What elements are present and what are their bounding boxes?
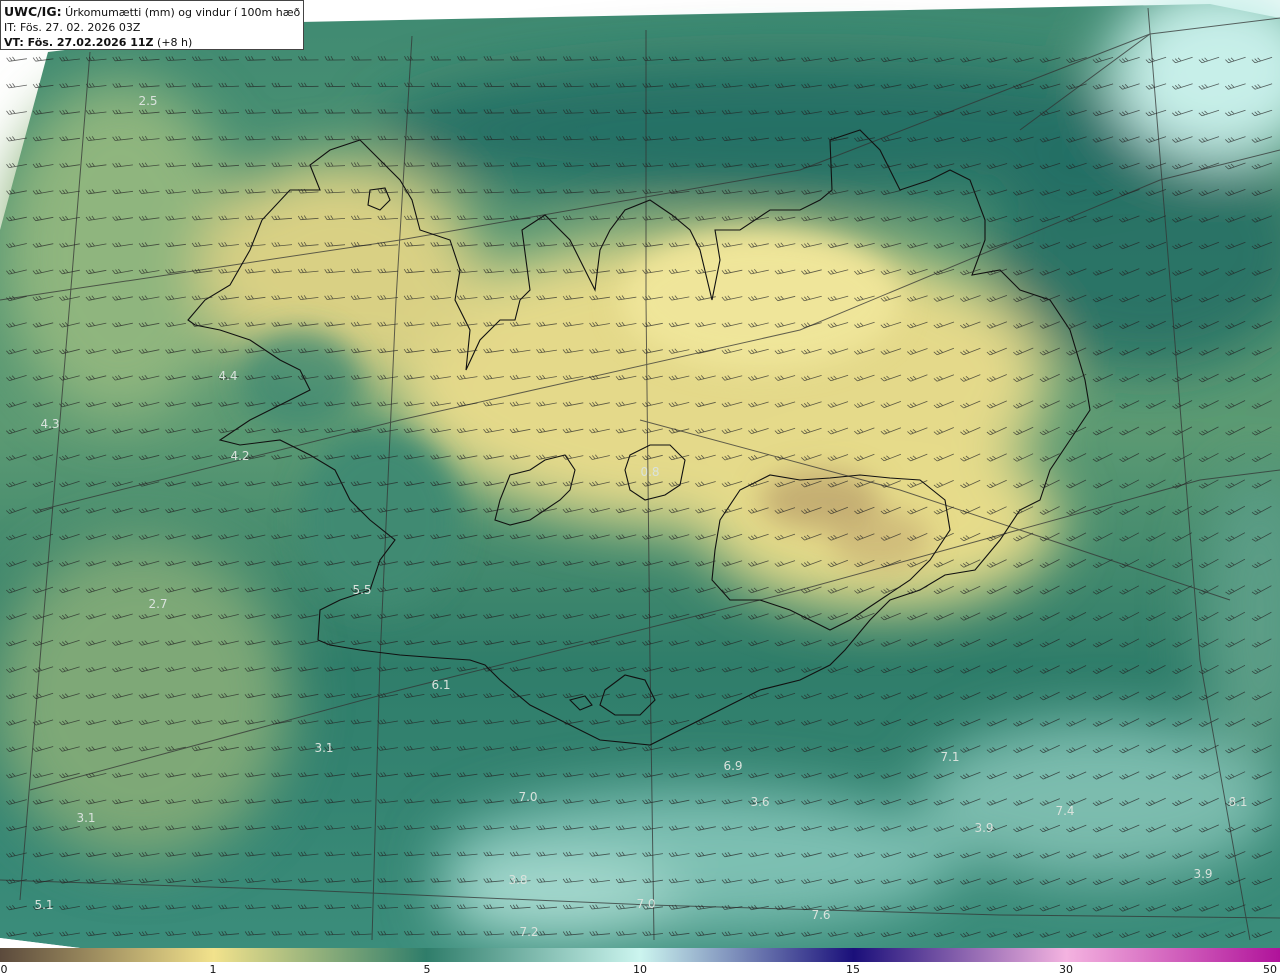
title-line-3: VT: Fös. 27.02.2026 11Z (+8 h) [4,35,300,50]
point-value-label: 4.2 [230,449,249,463]
title-line-1: UWC/IG: Úrkomumætti (mm) og vindur í 100… [4,4,300,20]
colorbar-tick: 5 [423,963,431,976]
colorbar-tick: 10 [633,963,647,976]
map-title-box: UWC/IG: Úrkomumætti (mm) og vindur í 100… [0,0,304,50]
point-value-label: 2.7 [148,597,167,611]
precipitation-map: 2.5 4.4 4.3 4.2 5.5 2.7 6.1 3.1 3.1 5.1 7.0 3.8 7.2 7… [0,0,1280,948]
colorbar-gradient [0,948,1280,962]
point-value-label: 2.5 [138,94,157,108]
point-value-label: 3.9 [1193,867,1212,881]
point-value-label: 3.1 [76,811,95,825]
model-name: UWC/IG: [4,4,62,19]
lead-time: (+8 h) [157,36,193,49]
colorbar-tick: 15 [846,963,860,976]
point-value-label: 4.3 [40,417,59,431]
colorbar-ticks: 0 1 5 10 15 30 50 [0,962,1280,978]
colorbar-tick: 50 [1263,963,1277,976]
point-value-label: 7.0 [518,790,537,804]
init-time: IT: Fös. 27. 02. 2026 03Z [4,21,141,34]
colorbar [0,948,1280,962]
valid-time: VT: Fös. 27.02.2026 11Z [4,36,154,49]
point-value-label: 7.1 [940,750,959,764]
point-value-label: 7.2 [519,925,538,939]
point-value-label: 8.1 [1228,795,1247,809]
point-value-label: 6.1 [431,678,450,692]
point-value-label: 6.9 [723,759,742,773]
point-value-label: 5.5 [352,583,371,597]
colorbar-tick: 30 [1059,963,1073,976]
point-value-label: 4.4 [218,369,237,383]
point-value-label: 7.6 [811,908,830,922]
point-value-label: 3.6 [750,795,769,809]
point-value-label: 3.1 [314,741,333,755]
colorbar-tick: 1 [209,963,217,976]
point-value-label: 0.8 [640,465,659,479]
point-value-label: 3.9 [974,821,993,835]
point-value-label: 7.4 [1055,804,1074,818]
colorbar-tick: 0 [0,963,8,976]
point-value-label: 7.0 [636,897,655,911]
point-value-label: 3.8 [508,873,527,887]
point-value-label: 5.1 [34,898,53,912]
field-name: Úrkomumætti (mm) og vindur í 100m hæð [65,6,301,19]
